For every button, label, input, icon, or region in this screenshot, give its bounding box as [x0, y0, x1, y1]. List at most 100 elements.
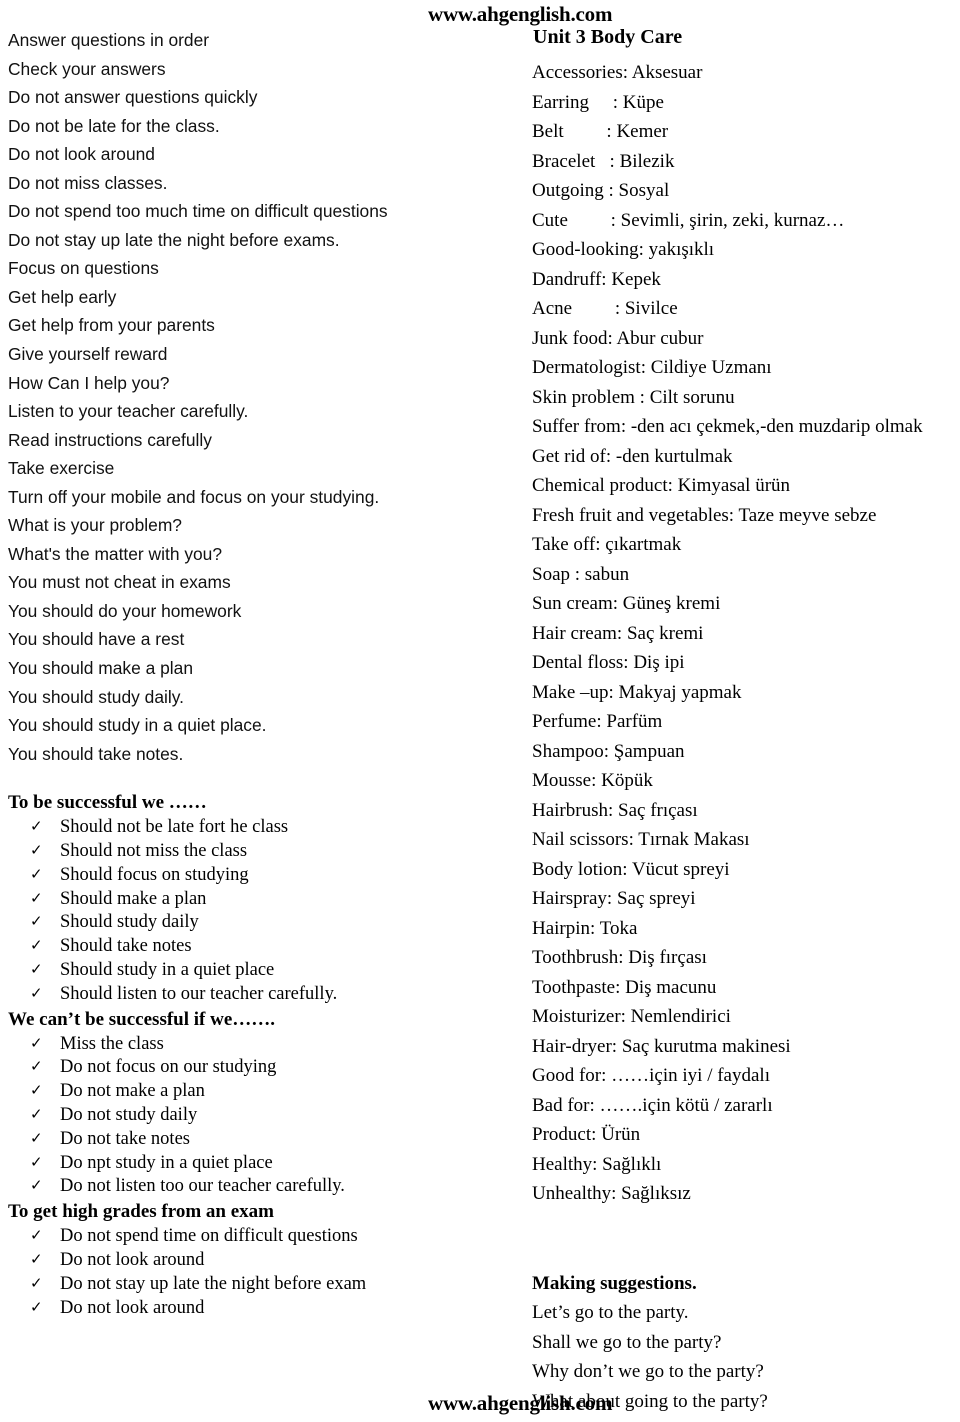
phrase-list: Answer questions in order Check your answ…: [8, 26, 478, 768]
vocabulary-entry: Take off: çıkartmak: [532, 534, 682, 555]
section-heading: To get high grades from an exam: [8, 1201, 274, 1223]
vocabulary-entry: Bad for: …….için kötü / zararlı: [532, 1094, 773, 1116]
list-item: ✓ Do not look around: [30, 1249, 478, 1273]
phrase-line: Do not be late for the class.: [8, 115, 220, 136]
vocabulary-entry: Body lotion: Vücut spreyi: [532, 858, 730, 880]
suggestion-sentence: Shall we go to the party?: [532, 1331, 722, 1353]
check-icon: ✓: [30, 890, 43, 907]
phrase-line: How Can I help you?: [8, 372, 170, 393]
vocabulary-entry: Bracelet : Bilezik: [532, 150, 675, 172]
list-item-label: Should not be late fort he class: [60, 817, 289, 838]
vocabulary-entry: Nail scissors: Tırnak Makası: [532, 829, 750, 850]
phrase-line: Turn off your mobile and focus on your s…: [8, 486, 380, 507]
phrase-line: You should study daily.: [8, 686, 184, 707]
vocabulary-entry: Skin problem : Cilt sorunu: [532, 386, 735, 408]
vocabulary-entry: Get rid of: -den kurtulmak: [532, 445, 733, 467]
vocabulary-entry: Good for: ……için iyi / faydalı: [532, 1065, 770, 1086]
phrase-line: What's the matter with you?: [8, 543, 223, 564]
vocabulary-entry: Unhealthy: Sağlıksız: [532, 1183, 691, 1204]
check-icon: ✓: [30, 1251, 43, 1268]
list-item: ✓ Should focus on studying: [30, 864, 478, 888]
list-item-label: Do not make a plan: [60, 1081, 205, 1102]
phrase-line: Check your answers: [8, 58, 166, 79]
phrase-line: You should make a plan: [8, 658, 193, 679]
vocabulary-entry: Cute : Sevimli, şirin, zeki, kurnaz…: [532, 209, 845, 231]
check-icon: ✓: [30, 914, 43, 931]
list-item-label: Should study in a quiet place: [60, 960, 275, 980]
vocabulary-entry: Soap : sabun: [532, 563, 630, 585]
phrase-line: You should study in a quiet place.: [8, 715, 267, 736]
vocabulary-entry: Belt : Kemer: [532, 121, 669, 142]
vocabulary-entry: Outgoing : Sosyal: [532, 180, 670, 201]
list-item-label: Should focus on studying: [60, 864, 249, 885]
check-icon: ✓: [30, 1059, 43, 1076]
suggestion-sentence: Why don’t we go to the party?: [532, 1361, 764, 1382]
list-item-label: Do not focus on our studying: [60, 1057, 277, 1078]
list-item-label: Should study daily: [60, 912, 199, 933]
phrase-line: You should take notes.: [8, 743, 184, 764]
check-icon: ✓: [30, 938, 43, 955]
vocabulary-entry: Suffer from: -den acı çekmek,-den muzdar…: [532, 416, 923, 437]
list-item: ✓ Should study daily: [30, 911, 478, 935]
phrase-line: Take exercise: [8, 458, 115, 479]
list-item-label: Do not look around: [60, 1249, 205, 1270]
list-item-label: Should not miss the class: [60, 841, 248, 862]
check-icon: ✓: [30, 866, 43, 883]
check-icon: ✓: [30, 1178, 43, 1195]
list-item: ✓ Do not study daily: [30, 1104, 478, 1128]
vocabulary-entry: Hair-dryer: Saç kurutma makinesi: [532, 1035, 791, 1057]
phrase-line: Answer questions in order: [8, 30, 210, 50]
check-list: ✓ Miss the class ✓ Do not focus on our stud…: [8, 1033, 478, 1200]
list-item: ✓ Do not spend time on difficult question…: [30, 1225, 478, 1249]
checklist-sections: To be successful we …… ✓ Should not be lat…: [8, 790, 478, 1320]
check-icon: ✓: [30, 1228, 43, 1245]
check-list: ✓ Do not spend time on difficult question…: [8, 1225, 478, 1320]
vocabulary-entry: Hair cream: Saç kremi: [532, 622, 704, 644]
list-item-label: Should listen to our teacher carefully.: [60, 983, 338, 1004]
vocabulary-entry: Earring : Küpe: [532, 91, 664, 113]
vocabulary-entry: Toothpaste: Diş macunu: [532, 976, 717, 998]
list-item: ✓ Should make a plan: [30, 888, 478, 912]
site-url-footer: www.ahgenglish.com: [428, 1391, 613, 1415]
phrase-line: You must not cheat in exams: [8, 572, 231, 593]
list-item: ✓ Should take notes: [30, 935, 478, 959]
phrase-line: Get help from your parents: [8, 315, 215, 336]
phrase-line: What is your problem?: [8, 515, 182, 536]
list-item: ✓ Do not listen too our teacher carefully…: [30, 1175, 478, 1199]
phrase-line: Listen to your teacher carefully.: [8, 401, 249, 422]
list-item: ✓ Should listen to our teacher carefully.: [30, 983, 478, 1007]
vocabulary-entry: Perfume: Parfüm: [532, 711, 663, 732]
site-url-header: www.ahgenglish.com: [428, 2, 613, 26]
phrase-line: Do not look around: [8, 144, 155, 165]
vocabulary-entry: Chemical product: Kimyasal ürün: [532, 475, 791, 496]
check-icon: ✓: [30, 1299, 43, 1316]
phrase-line: Do not spend too much time on difficult …: [8, 201, 388, 222]
phrase-line: Do not answer questions quickly: [8, 87, 258, 108]
list-item: ✓ Do not stay up late the night before ex…: [30, 1273, 478, 1297]
suggestion-sentence: Let’s go to the party.: [532, 1302, 689, 1323]
check-icon: ✓: [30, 843, 43, 860]
list-item: ✓ Do not make a plan: [30, 1080, 478, 1104]
list-item-label: Do not listen too our teacher carefully.: [60, 1176, 345, 1197]
list-item-label: Should make a plan: [60, 888, 207, 909]
list-item: ✓ Should not miss the class: [30, 840, 478, 864]
vocabulary-list: Accessories: Aksesuar Earring : Küpe Belt …: [532, 58, 960, 1209]
phrase-line: Read instructions carefully: [8, 429, 212, 450]
check-icon: ✓: [30, 1083, 43, 1100]
check-icon: ✓: [30, 1106, 43, 1123]
check-icon: ✓: [30, 962, 43, 978]
phrase-line: You should do your homework: [8, 600, 242, 621]
vocabulary-entry: Hairspray: Saç spreyi: [532, 888, 696, 909]
phrase-line: Focus on questions: [8, 258, 159, 279]
vocabulary-entry: Moisturizer: Nemlendirici: [532, 1006, 731, 1027]
check-icon: ✓: [30, 819, 43, 836]
vocabulary-entry: Hairbrush: Saç frıçası: [532, 799, 698, 821]
list-item: ✓ Do not take notes: [30, 1128, 478, 1152]
phrase-line: Do not stay up late the night before exa…: [8, 229, 340, 250]
list-item-label: Miss the class: [60, 1033, 164, 1054]
phrase-line: You should have a rest: [8, 629, 185, 650]
check-list: ✓ Should not be late fort he class ✓ Should…: [8, 816, 478, 1006]
check-icon: ✓: [30, 1154, 43, 1171]
list-item: ✓ Should not be late fort he class: [30, 816, 478, 840]
